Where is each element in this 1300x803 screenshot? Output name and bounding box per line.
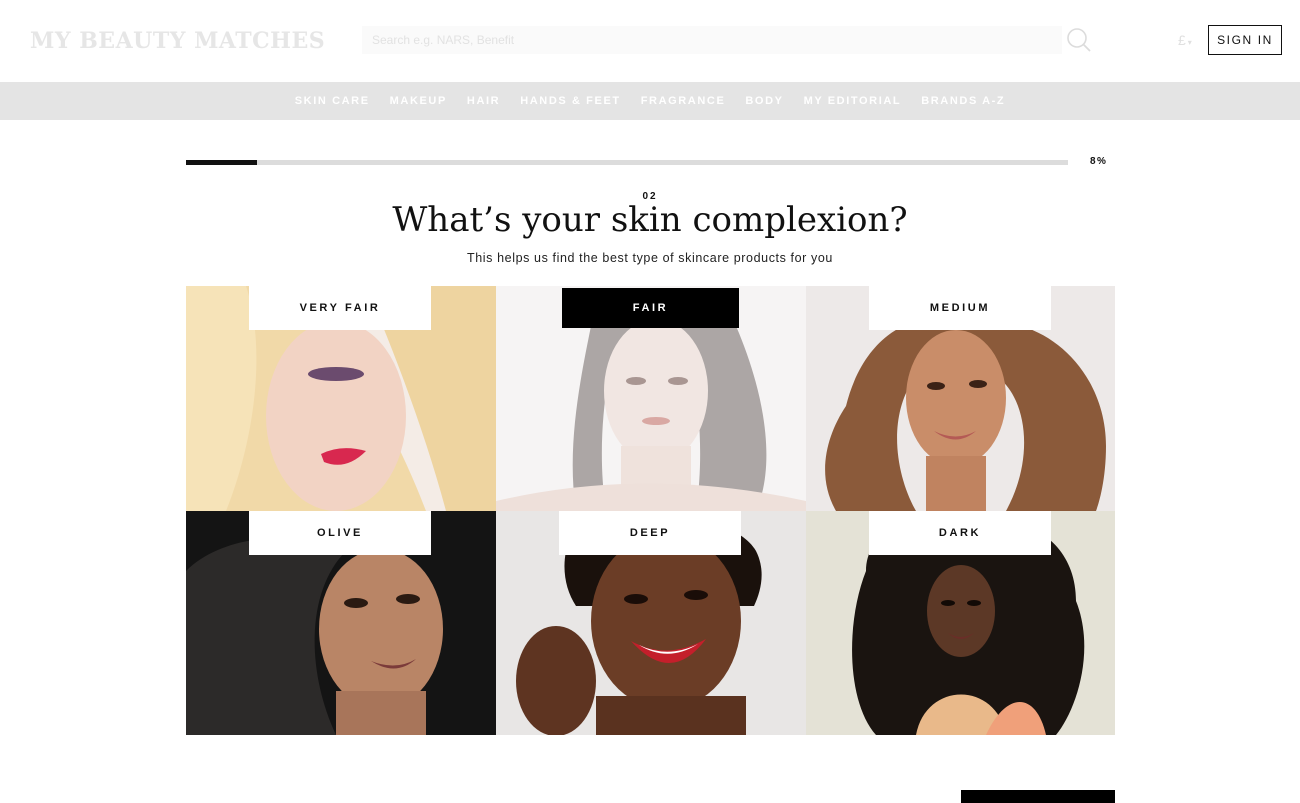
sign-in-button[interactable]: SIGN IN [1208,25,1282,55]
nav-item-skin-care[interactable]: SKIN CARE [295,95,370,107]
option-medium[interactable]: MEDIUM [806,286,1115,511]
nav-item-hands-feet[interactable]: HANDS & FEET [520,95,620,107]
site-header: MY BEAUTY MATCHES £▾ SIGN IN [0,0,1300,82]
category-nav: SKIN CARE MAKEUP HAIR HANDS & FEET FRAGR… [0,82,1300,120]
option-fair[interactable]: FAIR [496,286,806,511]
progress-bar [186,160,1068,165]
option-label: VERY FAIR [249,286,431,330]
nav-item-my-editorial[interactable]: MY EDITORIAL [804,95,902,107]
nav-item-body[interactable]: BODY [745,95,783,107]
complexion-options: VERY FAIR FAIR MEDIUM OLIVE DEEP DARK [186,286,1115,735]
currency-label: £ [1178,32,1186,48]
option-dark[interactable]: DARK [806,511,1115,735]
nav-item-hair[interactable]: HAIR [467,95,500,107]
question-subtitle: This helps us find the best type of skin… [467,251,833,265]
currency-selector[interactable]: £ ▾ [1178,32,1192,48]
option-label: FAIR [562,288,739,328]
option-label: OLIVE [249,511,431,555]
chevron-down-icon: ▾ [1187,38,1192,47]
option-olive[interactable]: OLIVE [186,511,496,735]
option-label: DEEP [559,511,741,555]
option-deep[interactable]: DEEP [496,511,806,735]
nav-item-fragrance[interactable]: FRAGRANCE [641,95,726,107]
option-label: DARK [869,511,1051,555]
nav-item-makeup[interactable]: MAKEUP [390,95,447,107]
option-very-fair[interactable]: VERY FAIR [186,286,496,511]
search-icon[interactable] [1066,27,1092,53]
next-button[interactable] [961,790,1115,803]
search-input[interactable] [362,26,1062,54]
site-logo[interactable]: MY BEAUTY MATCHES [30,28,325,54]
progress-percent: 8% [1090,156,1108,167]
option-label: MEDIUM [869,286,1051,330]
progress-fill [186,160,257,165]
question-title: What’s your skin complexion? [392,200,908,240]
nav-item-brands-a-z[interactable]: BRANDS A-Z [921,95,1005,107]
